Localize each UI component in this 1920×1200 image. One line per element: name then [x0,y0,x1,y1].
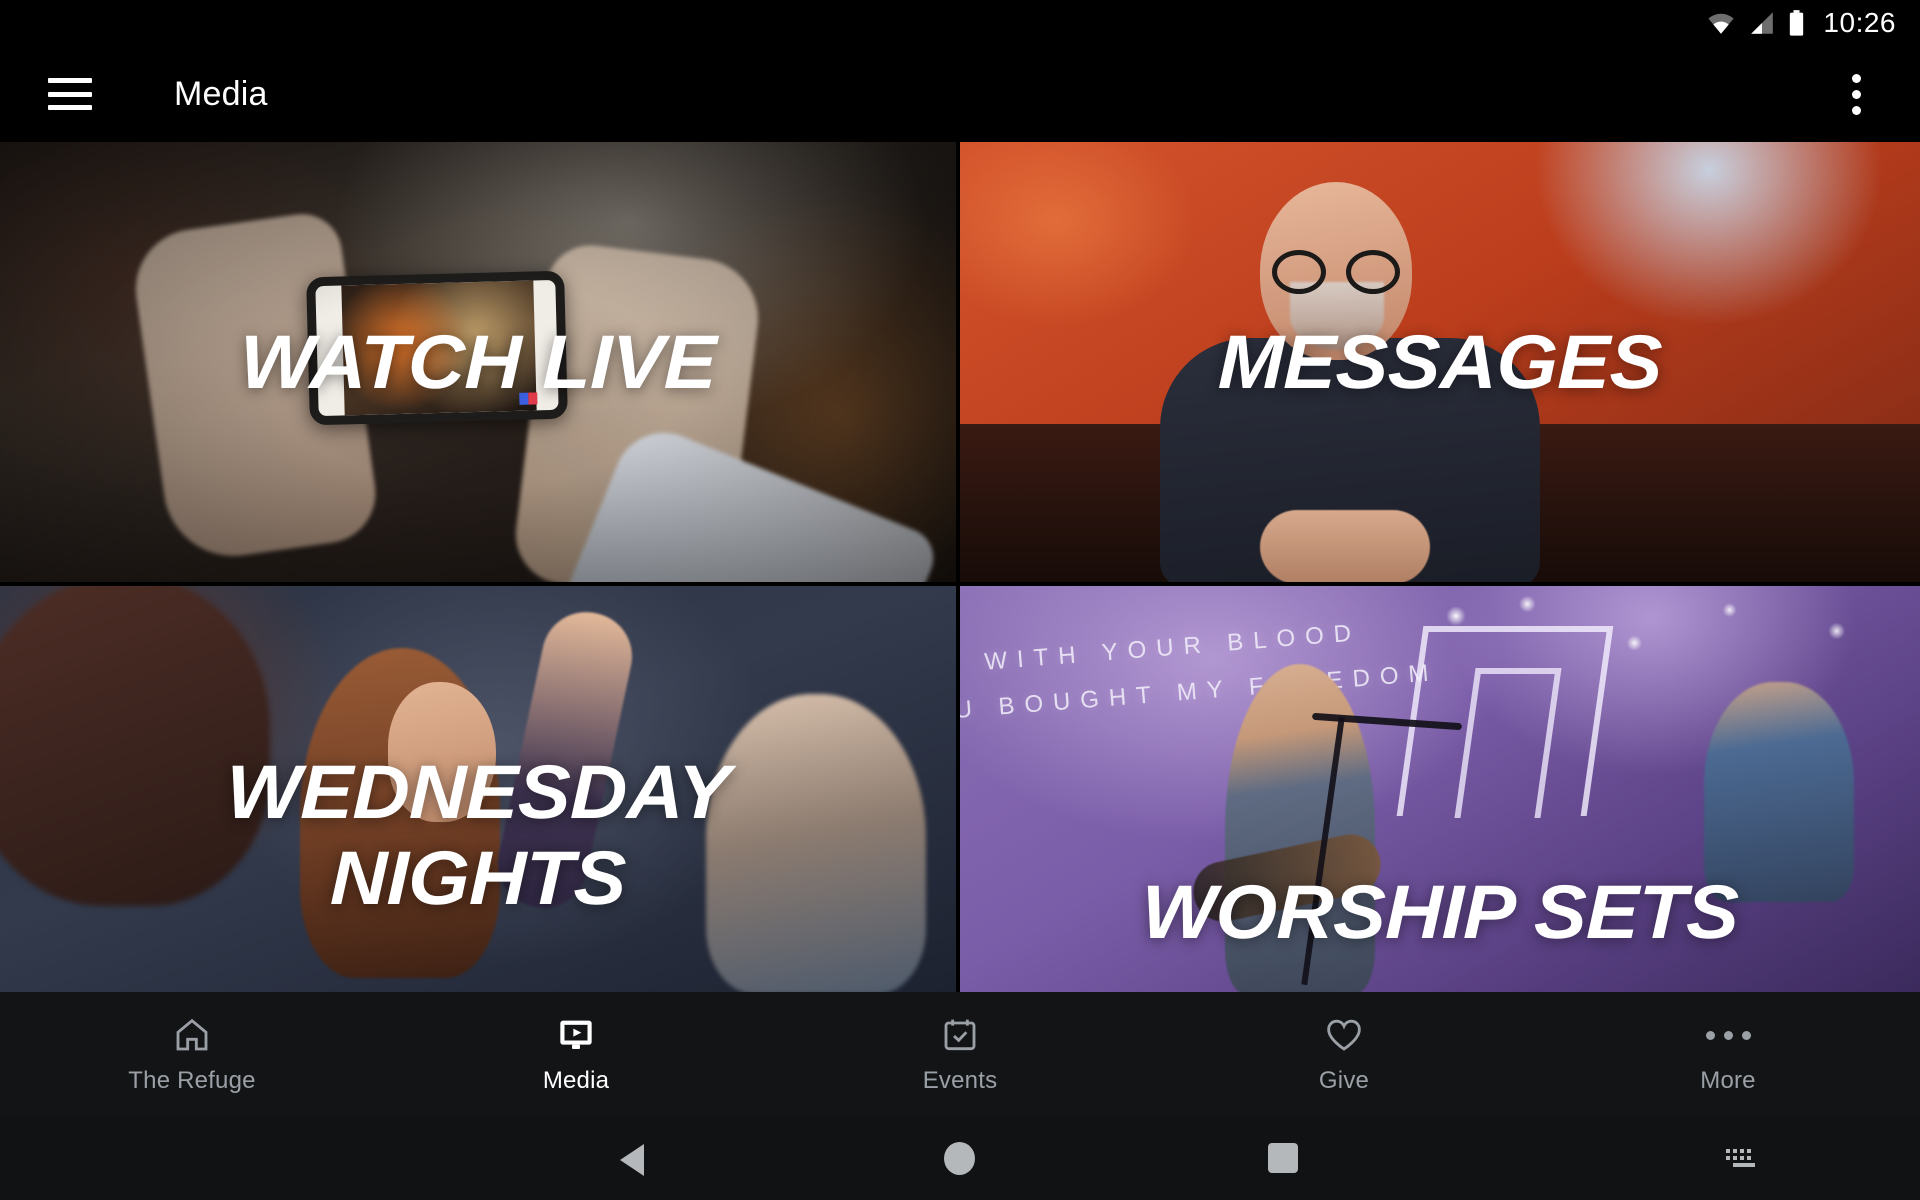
battery-icon [1788,9,1805,37]
media-tile-label-worship-sets: WORSHIP SETS [1140,870,1740,955]
tab-label-events: Events [922,1067,998,1094]
tab-label-give: Give [1318,1067,1370,1094]
hamburger-menu-icon[interactable] [48,78,92,110]
tab-the-refuge[interactable]: The Refuge [0,992,384,1116]
app-screen: 10:26 Media WATCH LIVE MESSAGES WEDNESDA… [0,0,1920,1200]
cellular-signal-icon [1748,11,1776,35]
media-tile-messages[interactable]: MESSAGES [960,142,1920,582]
recents-square-icon[interactable] [1268,1143,1298,1173]
media-tile-label-wednesday-nights: WEDNESDAY [225,750,731,835]
media-tile-wednesday-nights[interactable]: WEDNESDAY NIGHTS [0,586,956,992]
decorative-speaker-glasses [1260,250,1412,294]
status-bar-clock: 10:26 [1823,7,1896,38]
app-bar: Media [0,46,1920,142]
media-tile-grid: WATCH LIVE MESSAGES WEDNESDAY NIGHTS WIT… [0,142,1920,992]
wifi-icon [1706,11,1736,35]
tab-media[interactable]: Media [384,992,768,1116]
status-bar: 10:26 [0,0,1920,46]
tab-give[interactable]: Give [1152,992,1536,1116]
media-tile-label-wednesday-nights-line2: NIGHTS [329,836,627,921]
heart-icon [1324,1013,1364,1057]
calendar-check-icon [940,1013,980,1057]
decorative-speaker-hands [1260,510,1430,582]
back-triangle-icon[interactable] [620,1144,644,1176]
tab-events[interactable]: Events [768,992,1152,1116]
more-horizontal-dots-icon [1705,1013,1751,1057]
home-circle-icon[interactable] [944,1142,975,1175]
system-navigation-bar [0,1116,1920,1200]
media-tile-label-watch-live: WATCH LIVE [239,320,717,405]
media-tile-label-messages: MESSAGES [1217,320,1663,405]
overflow-menu-icon[interactable] [1834,70,1878,118]
page-title: Media [174,74,268,113]
media-tile-worship-sets[interactable]: WITH YOUR BLOOD U BOUGHT MY FREEDOM WORS… [960,586,1920,992]
media-tile-watch-live[interactable]: WATCH LIVE [0,142,956,582]
home-icon [172,1013,212,1057]
tab-more[interactable]: More [1536,992,1920,1116]
tab-label-the-refuge: The Refuge [128,1067,256,1094]
decorative-worshipper-right [706,694,926,992]
tab-label-media: Media [542,1067,610,1094]
bottom-tab-bar: The Refuge Media Events Give More [0,992,1920,1116]
keyboard-switcher-icon[interactable] [1726,1149,1762,1171]
tab-label-more: More [1700,1067,1756,1094]
media-monitor-play-icon [556,1013,596,1057]
decorative-drummer [1704,682,1854,902]
